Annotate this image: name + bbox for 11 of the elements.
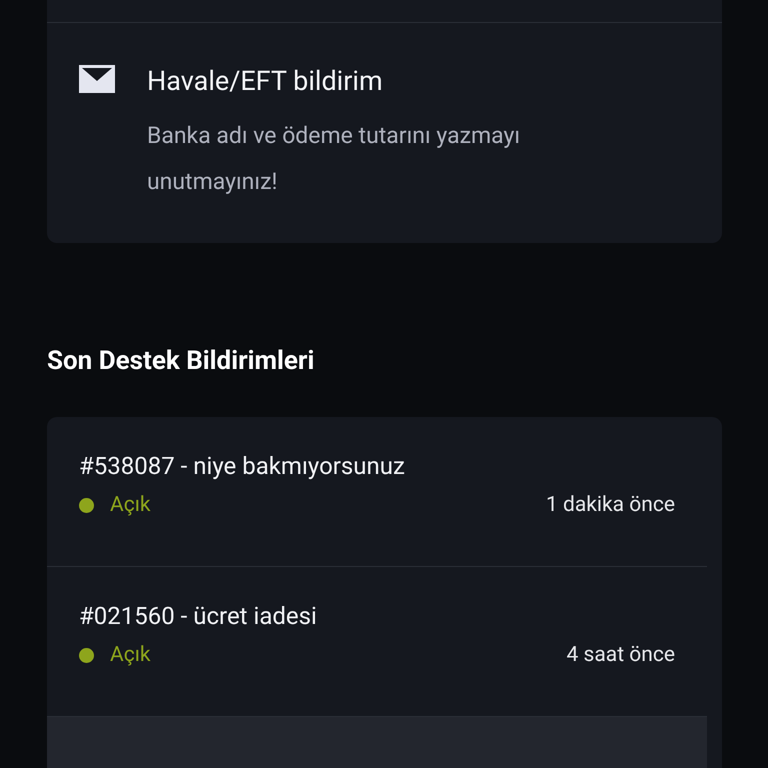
ticket-title: #538087 - niye bakmıyorsunuz xyxy=(79,451,406,482)
ticket-title: #021560 - ücret iadesi xyxy=(79,601,318,632)
section-heading: Son Destek Bildirimleri xyxy=(47,345,316,378)
ticket-status: Açık xyxy=(110,643,151,667)
ticket-time: 4 saat önce xyxy=(566,643,675,667)
envelope-icon xyxy=(79,65,115,93)
ticket-status: Açık xyxy=(110,493,151,517)
ticket-time: 1 dakika önce xyxy=(546,493,675,517)
ticket-row[interactable]: #538087 - niye bakmıyorsunuz Açık 1 dakika önce xyxy=(47,417,707,567)
notice-title: Havale/EFT bildirim xyxy=(147,64,384,99)
notice-text: Banka adı ve ödeme tutarını yazmayı unutmayınız! xyxy=(147,121,522,197)
